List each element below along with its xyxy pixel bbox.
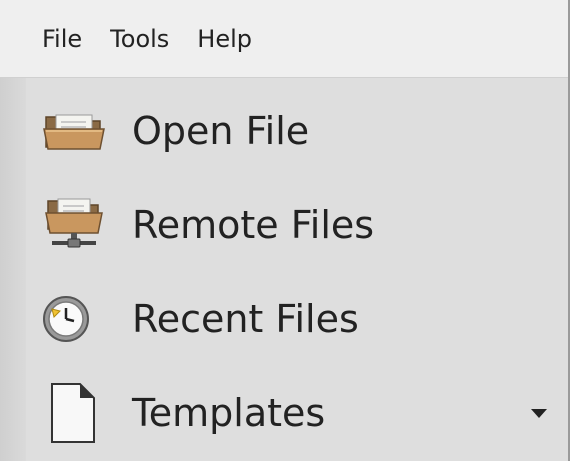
recent-files-button[interactable]: Recent Files xyxy=(42,274,558,364)
folder-open-icon xyxy=(42,103,110,159)
templates-button[interactable]: Templates xyxy=(42,368,558,458)
remote-folder-icon xyxy=(42,197,110,253)
remote-files-button[interactable]: Remote Files xyxy=(42,180,558,270)
remote-files-label: Remote Files xyxy=(132,203,375,247)
recent-files-label: Recent Files xyxy=(132,297,359,341)
templates-label: Templates xyxy=(132,391,326,435)
document-template-icon xyxy=(42,383,110,443)
start-center-actions: Open File Remote Files Recent Files Temp… xyxy=(0,78,568,461)
chevron-down-icon[interactable] xyxy=(530,407,548,419)
menubar: File Tools Help xyxy=(0,0,568,78)
menu-tools[interactable]: Tools xyxy=(110,27,169,51)
open-file-label: Open File xyxy=(132,109,310,153)
open-file-button[interactable]: Open File xyxy=(42,86,558,176)
menu-file[interactable]: File xyxy=(42,27,82,51)
start-center-window: File Tools Help Open File Remote Files R… xyxy=(0,0,570,461)
clock-icon xyxy=(42,291,110,347)
menu-help[interactable]: Help xyxy=(197,27,252,51)
